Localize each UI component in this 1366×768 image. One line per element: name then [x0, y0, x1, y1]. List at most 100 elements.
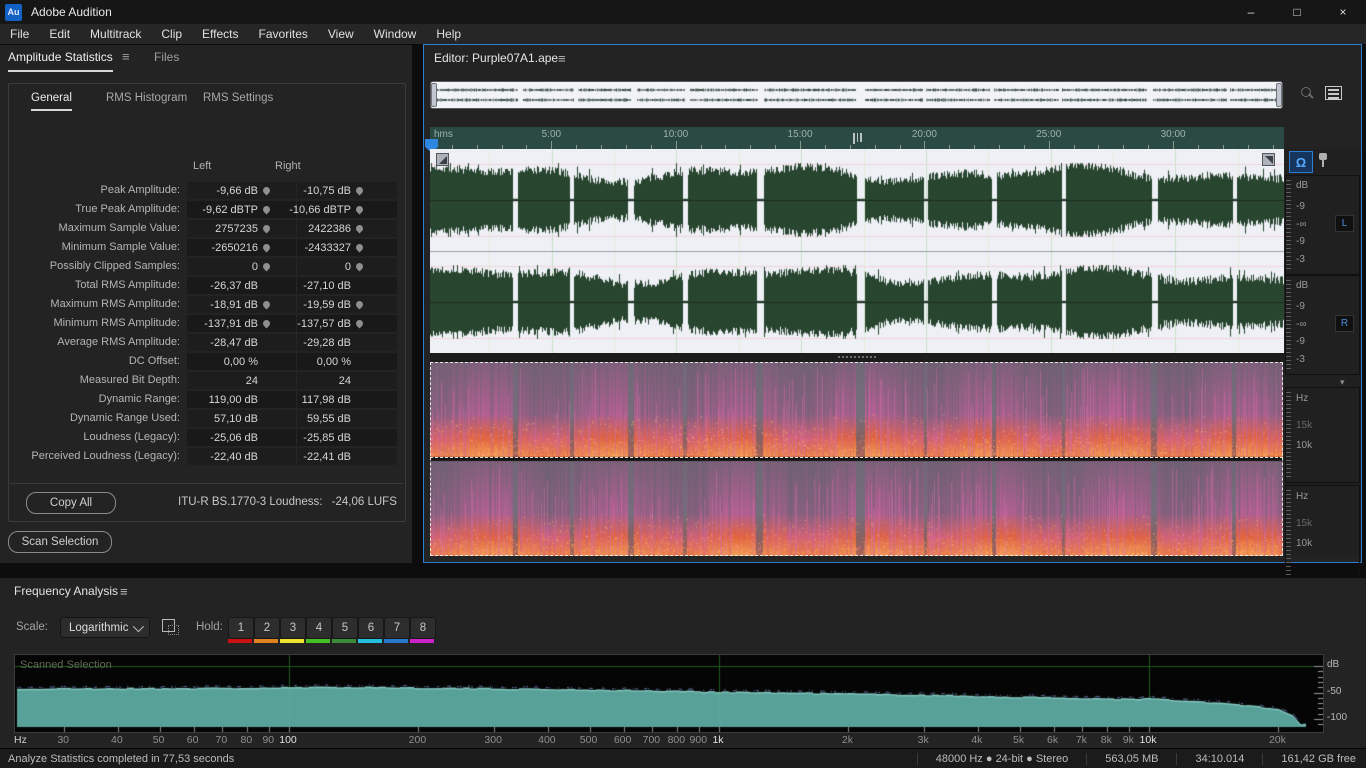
value-pin-icon[interactable] — [355, 243, 365, 253]
stat-label: Maximum RMS Amplitude: — [10, 295, 180, 314]
frequency-panel-menu-icon[interactable]: ≡ — [120, 584, 128, 599]
close-button[interactable]: × — [1320, 0, 1366, 24]
value-pin-icon[interactable] — [262, 243, 272, 253]
stat-value-right: 24 — [297, 372, 397, 389]
hold-color-swatch — [410, 639, 434, 643]
stat-label: Dynamic Range: — [10, 390, 180, 409]
freq-y-label: -100 — [1327, 712, 1347, 723]
status-duration: 34:10.014 — [1176, 753, 1262, 765]
frequency-panel-title[interactable]: Frequency Analysis — [14, 584, 118, 598]
zoom-navigate-icon[interactable] — [1298, 85, 1316, 103]
copy-graph-icon[interactable] — [162, 619, 178, 634]
stat-value-left: 0,00 % — [187, 353, 297, 370]
maximize-button[interactable]: □ — [1274, 0, 1320, 24]
stat-label: DC Offset: — [10, 352, 180, 371]
hold-color-swatch — [358, 639, 382, 643]
stat-value-right: -27,10 dB — [297, 277, 397, 294]
value-pin-icon[interactable] — [355, 300, 365, 310]
value-pin-icon[interactable] — [355, 186, 365, 196]
scale-dropdown[interactable]: Logarithmic — [60, 617, 150, 638]
hold-button-3[interactable]: 3 — [280, 617, 306, 639]
overview-navigator[interactable] — [430, 81, 1283, 109]
value-pin-icon[interactable] — [262, 186, 272, 196]
waveform-canvas[interactable] — [430, 149, 1284, 353]
editor-layout-icon[interactable] — [1325, 86, 1342, 100]
scale-tick-label: -3 — [1296, 254, 1305, 265]
freq-x-label: 700 — [643, 734, 661, 746]
hold-button-6[interactable]: 6 — [358, 617, 384, 639]
marker-cluster-icon[interactable] — [853, 133, 862, 144]
hold-button-1[interactable]: 1 — [228, 617, 254, 639]
freq-y-label: -50 — [1327, 686, 1341, 697]
stat-value-right: -25,85 dB — [297, 429, 397, 446]
table-row: Average RMS Amplitude:-28,47 dB-29,28 dB — [10, 333, 403, 352]
scale-tick-label: -9 — [1296, 201, 1305, 212]
x-axis-unit: Hz — [14, 734, 27, 746]
tab-amplitude-statistics[interactable]: Amplitude Statistics — [8, 50, 113, 72]
stat-label: True Peak Amplitude: — [10, 200, 180, 219]
waveform-display[interactable] — [430, 149, 1284, 353]
hold-color-swatch — [280, 639, 304, 643]
value-pin-icon[interactable] — [262, 224, 272, 234]
overview-right-handle[interactable] — [1276, 83, 1282, 107]
menu-help[interactable]: Help — [426, 24, 471, 44]
spectrogram-display[interactable] — [430, 362, 1283, 556]
menu-file[interactable]: File — [0, 24, 39, 44]
value-pin-icon[interactable] — [262, 262, 272, 272]
adobe-audition-window: Au Adobe Audition – □ × FileEditMultitra… — [0, 0, 1366, 768]
copy-all-button[interactable]: Copy All — [26, 492, 116, 514]
hold-button-7[interactable]: 7 — [384, 617, 410, 639]
hz-scale-left[interactable]: Hz15k10k — [1285, 387, 1360, 483]
selection-handle-right[interactable] — [1262, 153, 1275, 166]
value-pin-icon[interactable] — [355, 319, 365, 329]
wave-spectral-splitter[interactable] — [430, 353, 1361, 362]
scan-selection-button[interactable]: Scan Selection — [8, 531, 112, 553]
hold-button-8[interactable]: 8 — [410, 617, 436, 639]
value-pin-icon[interactable] — [262, 300, 272, 310]
hold-color-swatch — [306, 639, 330, 643]
tab-files[interactable]: Files — [154, 50, 179, 64]
tab-rms-histogram[interactable]: RMS Histogram — [106, 92, 187, 104]
menu-window[interactable]: Window — [364, 24, 427, 44]
channel-badge-right[interactable]: R — [1335, 315, 1354, 332]
stat-label: Dynamic Range Used: — [10, 409, 180, 428]
ruler-tick — [1049, 141, 1050, 149]
freq-x-label: 300 — [484, 734, 502, 746]
tab-rms-settings[interactable]: RMS Settings — [203, 92, 273, 104]
tab-general[interactable]: General — [31, 92, 72, 111]
value-pin-icon[interactable] — [355, 224, 365, 234]
hold-button-5[interactable]: 5 — [332, 617, 358, 639]
editor-menu-icon[interactable]: ≡ — [558, 51, 566, 66]
menu-multitrack[interactable]: Multitrack — [80, 24, 151, 44]
freq-x-label: 20k — [1269, 734, 1286, 746]
minimize-button[interactable]: – — [1228, 0, 1274, 24]
frequency-chart-canvas[interactable] — [15, 655, 1323, 732]
value-pin-icon[interactable] — [262, 319, 272, 329]
hold-button-4[interactable]: 4 — [306, 617, 332, 639]
channel-badge-left[interactable]: L — [1335, 215, 1354, 232]
scale-tick-label: Hz — [1296, 393, 1308, 404]
amplitude-statistics-panel: Amplitude Statistics ≡ Files General RMS… — [0, 45, 412, 563]
table-row: Maximum Sample Value:27572352422386 — [10, 219, 403, 238]
value-pin-icon[interactable] — [355, 262, 365, 272]
editor-title: Editor: Purple07A1.ape — [434, 51, 558, 65]
value-pin-icon[interactable] — [355, 205, 365, 215]
hz-scale-right[interactable]: Hz15k10k — [1285, 485, 1360, 580]
marker-pin-icon[interactable] — [1318, 153, 1328, 169]
panel-menu-icon[interactable]: ≡ — [122, 49, 130, 64]
freq-x-label: 30 — [57, 734, 69, 746]
menu-view[interactable]: View — [318, 24, 364, 44]
value-pin-icon[interactable] — [262, 205, 272, 215]
timeline-ruler[interactable]: hms 5:0010:0015:0020:0025:0030:00 — [430, 127, 1284, 149]
status-format[interactable]: 48000 Hz ● 24-bit ● Stereo — [917, 753, 1087, 765]
freq-x-label: 10k — [1140, 734, 1157, 746]
selection-handle-left[interactable] — [436, 153, 449, 166]
menu-edit[interactable]: Edit — [39, 24, 80, 44]
menu-clip[interactable]: Clip — [151, 24, 192, 44]
menu-favorites[interactable]: Favorites — [249, 24, 318, 44]
hold-button-2[interactable]: 2 — [254, 617, 280, 639]
overview-left-handle[interactable] — [431, 83, 437, 107]
snap-magnet-icon[interactable]: Ω — [1289, 151, 1313, 173]
menu-effects[interactable]: Effects — [192, 24, 248, 44]
frequency-chart[interactable] — [14, 654, 1324, 733]
